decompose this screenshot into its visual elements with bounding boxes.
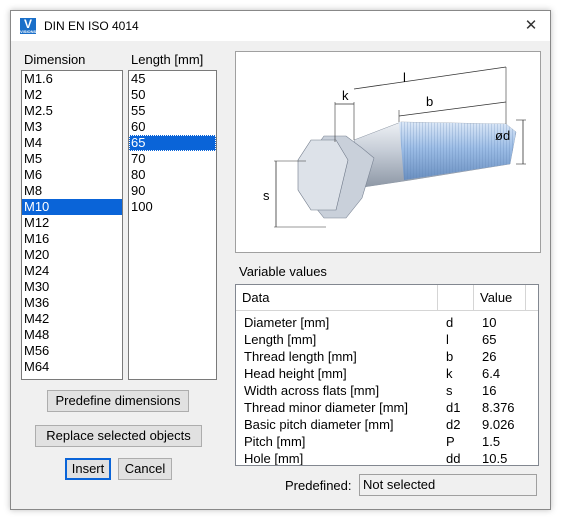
table-row[interactable]: Hole [mm] dd 10.5 xyxy=(236,450,538,466)
dimension-list-item[interactable]: M24 xyxy=(22,263,122,279)
dimension-list-item[interactable]: M2 xyxy=(22,87,122,103)
dimension-list-item[interactable]: M8 xyxy=(22,183,122,199)
bolt-drawing-svg: k l b ød s xyxy=(263,66,526,228)
variable-name: Hole [mm] xyxy=(244,451,304,466)
length-list-item[interactable]: 60 xyxy=(129,119,216,135)
variable-value: 65 xyxy=(482,332,497,347)
variable-name: Width across flats [mm] xyxy=(244,383,380,398)
variable-symbol: d1 xyxy=(446,400,461,415)
variable-value: 1.5 xyxy=(482,434,501,449)
variable-values-table[interactable]: Data Value Diameter [mm] d 10 Length [mm] l 6… xyxy=(235,284,539,466)
variable-name: Diameter [mm] xyxy=(244,315,330,330)
dim-b-label: b xyxy=(426,94,433,109)
replace-selected-objects-button[interactable]: Replace selected objects xyxy=(35,425,202,447)
variable-symbol: b xyxy=(446,349,454,364)
variable-name: Basic pitch diameter [mm] xyxy=(244,417,394,432)
dimension-list-item[interactable]: M42 xyxy=(22,311,122,327)
dimension-list-item[interactable]: M3 xyxy=(22,119,122,135)
table-row[interactable]: Thread minor diameter [mm] d1 8.376 xyxy=(236,399,538,416)
variable-symbol: k xyxy=(446,366,453,381)
variable-symbol: l xyxy=(446,332,449,347)
dimension-list-item[interactable]: M30 xyxy=(22,279,122,295)
length-list[interactable]: 45 50 55 60 65 70 80 90 100 xyxy=(128,70,217,380)
dimension-list-item[interactable]: M2.5 xyxy=(22,103,122,119)
dimension-list-item[interactable]: M1.6 xyxy=(22,71,122,87)
dimension-list-item[interactable]: M36 xyxy=(22,295,122,311)
dimension-list-item[interactable]: M6 xyxy=(22,167,122,183)
variable-value: 10 xyxy=(482,315,497,330)
variable-value: 10.5 xyxy=(482,451,508,466)
predefined-field: Not selected xyxy=(359,474,537,496)
app-logo-icon: V VISIONS xyxy=(20,17,37,34)
variable-values-label: Variable values xyxy=(239,264,327,279)
dimension-list-item[interactable]: M20 xyxy=(22,247,122,263)
dim-l-label: l xyxy=(403,70,406,85)
dimension-list-item[interactable]: M48 xyxy=(22,327,122,343)
window-title: DIN EN ISO 4014 xyxy=(44,19,139,33)
dimension-list-item[interactable]: M56 xyxy=(22,343,122,359)
variable-name: Thread minor diameter [mm] xyxy=(244,400,408,415)
length-label: Length [mm] xyxy=(131,52,204,67)
dim-s-label: s xyxy=(263,188,270,203)
variable-name: Length [mm] xyxy=(244,332,317,347)
length-list-item[interactable]: 70 xyxy=(129,151,216,167)
column-header-data[interactable]: Data xyxy=(236,285,438,310)
table-row[interactable]: Pitch [mm] P 1.5 xyxy=(236,433,538,450)
dimension-list-item[interactable]: M10 xyxy=(22,199,122,215)
length-list-item[interactable]: 80 xyxy=(129,167,216,183)
column-header-value[interactable]: Value xyxy=(474,285,526,310)
variable-name: Pitch [mm] xyxy=(244,434,306,449)
dimension-list-item[interactable]: M4 xyxy=(22,135,122,151)
close-icon[interactable]: ✕ xyxy=(520,15,542,37)
insert-button[interactable]: Insert xyxy=(65,458,111,480)
bolt-diagram: k l b ød s xyxy=(235,51,541,253)
length-list-item[interactable]: 100 xyxy=(129,199,216,215)
variable-value: 26 xyxy=(482,349,497,364)
variable-value: 16 xyxy=(482,383,497,398)
variable-value: 8.376 xyxy=(482,400,515,415)
variable-value: 9.026 xyxy=(482,417,515,432)
table-header: Data Value xyxy=(236,285,538,311)
variable-symbol: s xyxy=(446,383,453,398)
column-header-symbol[interactable] xyxy=(438,285,474,310)
table-row[interactable]: Width across flats [mm] s 16 xyxy=(236,382,538,399)
predefine-dimensions-button[interactable]: Predefine dimensions xyxy=(47,390,189,412)
table-row[interactable]: Basic pitch diameter [mm] d2 9.026 xyxy=(236,416,538,433)
length-list-item[interactable]: 55 xyxy=(129,103,216,119)
dimension-list-item[interactable]: M16 xyxy=(22,231,122,247)
length-list-item[interactable]: 90 xyxy=(129,183,216,199)
variable-symbol: d xyxy=(446,315,454,330)
variable-symbol: P xyxy=(446,434,455,449)
title-bar: V VISIONS DIN EN ISO 4014 ✕ xyxy=(11,11,550,41)
dimension-label: Dimension xyxy=(24,52,86,67)
variable-value: 6.4 xyxy=(482,366,501,381)
dim-k-label: k xyxy=(342,88,349,103)
table-row[interactable]: Thread length [mm] b 26 xyxy=(236,348,538,365)
dimension-list-item[interactable]: M5 xyxy=(22,151,122,167)
dimension-list[interactable]: M1.6 M2 M2.5 M3 M4 M5 M6 M8 M10 M12 M16 M20 M24 M30 M3… xyxy=(21,70,123,380)
length-list-item[interactable]: 45 xyxy=(129,71,216,87)
predefined-label: Predefined: xyxy=(285,478,352,493)
variable-name: Head height [mm] xyxy=(244,366,347,381)
variable-symbol: d2 xyxy=(446,417,461,432)
table-row[interactable]: Length [mm] l 65 xyxy=(236,331,538,348)
dimension-list-item[interactable]: M12 xyxy=(22,215,122,231)
dim-d-label: ød xyxy=(495,128,510,143)
length-list-item[interactable]: 50 xyxy=(129,87,216,103)
bolt-dialog: V VISIONS DIN EN ISO 4014 ✕ Dimension Len… xyxy=(10,10,551,510)
variable-name: Thread length [mm] xyxy=(244,349,357,364)
table-row[interactable]: Diameter [mm] d 10 xyxy=(236,314,538,331)
cancel-button[interactable]: Cancel xyxy=(118,458,172,480)
dimension-list-item[interactable]: M64 xyxy=(22,359,122,375)
length-list-item[interactable]: 65 xyxy=(129,135,216,151)
table-row[interactable]: Head height [mm] k 6.4 xyxy=(236,365,538,382)
variable-symbol: dd xyxy=(446,451,461,466)
